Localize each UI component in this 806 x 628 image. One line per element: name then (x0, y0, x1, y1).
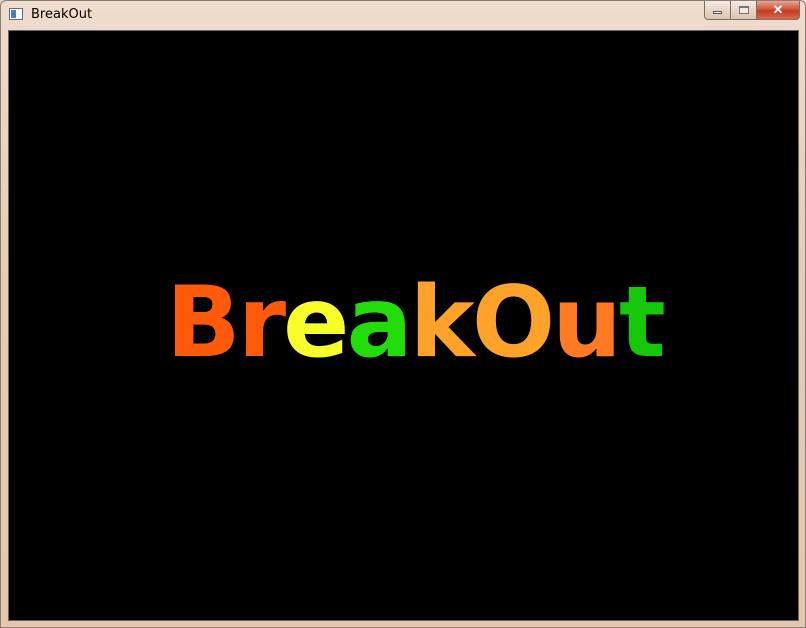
logo-letter: t (618, 266, 666, 380)
minimize-button[interactable] (704, 1, 730, 20)
window-title: BreakOut (31, 7, 93, 22)
app-window: BreakOut ✕ B r e a k O u t (0, 0, 806, 628)
logo-letter: B (166, 266, 241, 380)
logo-letter: k (409, 266, 475, 380)
title-bar[interactable]: BreakOut ✕ (1, 1, 805, 29)
close-button[interactable]: ✕ (756, 1, 800, 20)
logo-letter: r (237, 266, 286, 380)
app-icon[interactable] (9, 8, 23, 20)
game-canvas[interactable]: B r e a k O u t (8, 30, 799, 621)
logo-letter: O (471, 266, 555, 380)
logo-letter: a (346, 266, 413, 380)
maximize-icon (738, 6, 749, 14)
breakout-logo: B r e a k O u t (166, 266, 666, 380)
logo-letter: u (552, 266, 622, 380)
maximize-button[interactable] (730, 1, 756, 20)
window-controls: ✕ (704, 1, 800, 21)
minimize-icon (713, 11, 722, 14)
close-icon: ✕ (772, 2, 784, 17)
logo-letter: e (283, 266, 349, 380)
